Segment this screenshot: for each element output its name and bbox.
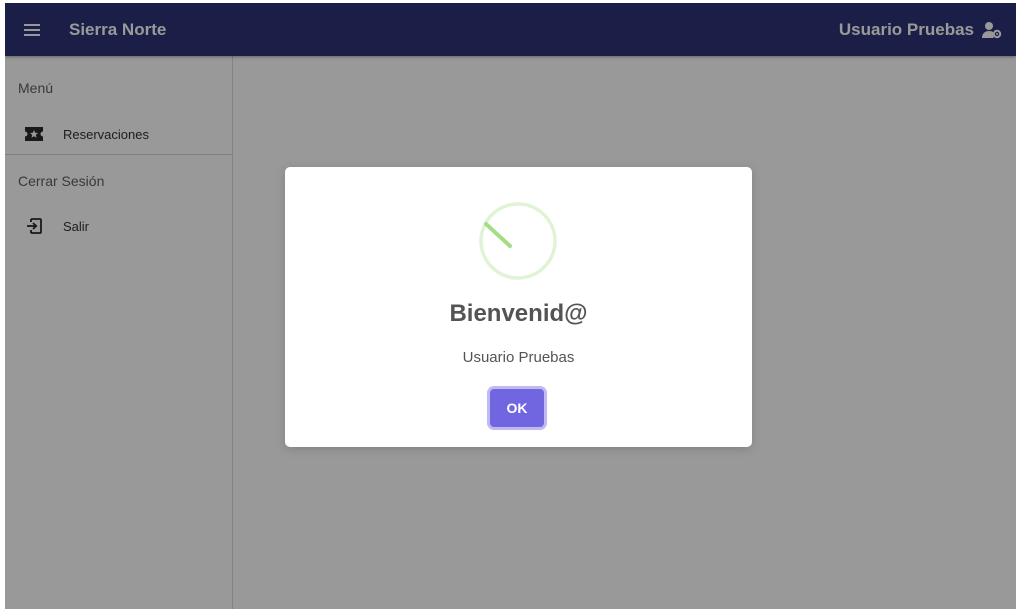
dialog-title: Bienvenid@	[449, 300, 588, 327]
ok-button[interactable]: OK	[490, 389, 544, 427]
app-window: Sierra Norte Usuario Pruebas Menú Reserv…	[5, 3, 1016, 609]
dialog-message: Usuario Pruebas	[462, 349, 575, 366]
success-check-icon	[479, 202, 557, 280]
welcome-dialog: Bienvenid@ Usuario Pruebas OK	[285, 167, 752, 447]
